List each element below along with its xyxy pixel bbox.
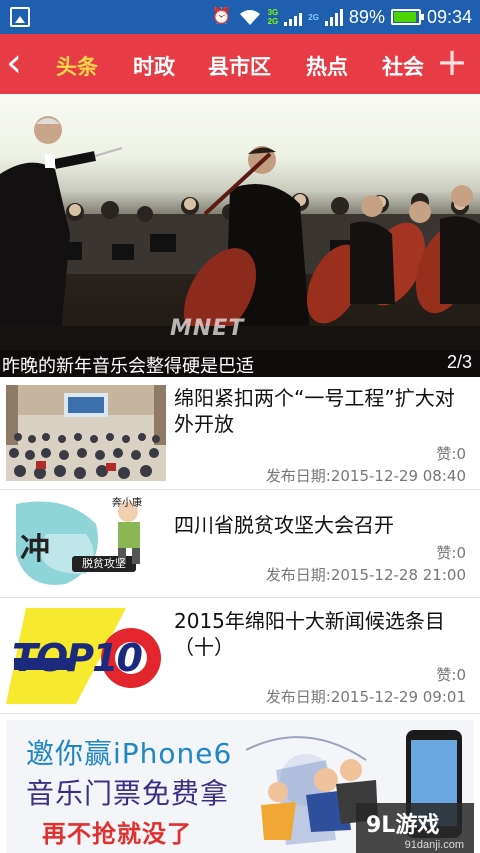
publish-date: 发布日期:2015-12-29 09:01 [265, 688, 466, 706]
status-bar: ⏰ 3G 2G 2G 89% 09:34 [0, 0, 480, 34]
signal-icon-2 [324, 8, 343, 26]
thumb-label: 奔小康 [112, 498, 142, 509]
banner-page-indicator: 2/3 [446, 352, 472, 372]
battery-icon [390, 9, 424, 25]
clock: 09:34 [426, 6, 472, 27]
tab-headlines[interactable]: 头条 [56, 51, 98, 81]
thumb-label: 脱贫攻坚 [82, 557, 126, 570]
signal-icon [284, 8, 303, 26]
news-item[interactable]: 绵阳紧扣两个“一号工程”扩大对外开放 赞:0 发布日期:2015-12-29 0… [0, 377, 480, 490]
battery-percent: 89% [348, 6, 385, 27]
ad-subheadline: 音乐门票免费拿 [26, 777, 230, 810]
alarm-icon: ⏰ [211, 8, 232, 25]
likes-count: 赞:0 [436, 544, 466, 562]
news-item[interactable]: 脱贫攻坚 奔小康 冲 四川省脱贫攻坚大会召开 赞:0 发布日期:2015-12-… [0, 490, 480, 598]
wifi-icon [239, 10, 260, 25]
network-type-3g: 3G 2G [267, 8, 279, 26]
thumb-label: 冲 [20, 532, 50, 567]
tab-society[interactable]: 社会 [382, 51, 424, 81]
tab-hot[interactable]: 热点 [306, 51, 348, 81]
news-title[interactable]: 绵阳紧扣两个“一号工程”扩大对外开放 [174, 385, 474, 437]
ad-logo-url: 91danji.com [404, 839, 464, 851]
image-icon [10, 7, 30, 27]
likes-count: 赞:0 [436, 666, 466, 684]
news-item[interactable]: TOP10 2015年绵阳十大新闻候选条目（十） 赞:0 发布日期:2015-1… [0, 598, 480, 714]
news-title[interactable]: 2015年绵阳十大新闻候选条目（十） [174, 608, 474, 660]
news-thumbnail: TOP10 [6, 608, 166, 704]
banner-watermark: MNET [170, 316, 245, 341]
publish-date: 发布日期:2015-12-29 08:40 [265, 467, 466, 485]
news-thumbnail [6, 385, 166, 481]
banner-caption[interactable]: 昨晚的新年音乐会整得硬是巴适 [2, 352, 254, 377]
ad-call-to-action: 再不抢就没了 [42, 820, 192, 848]
plus-icon[interactable]: + [436, 42, 468, 82]
news-thumbnail: 脱贫攻坚 奔小康 冲 [6, 494, 166, 590]
news-title[interactable]: 四川省脱贫攻坚大会召开 [174, 512, 474, 538]
likes-count: 赞:0 [436, 445, 466, 463]
banner-carousel[interactable]: MNET 昨晚的新年音乐会整得硬是巴适 2/3 [0, 94, 480, 377]
ad-banner[interactable]: 邀你赢iPhone6 音乐门票免费拿 再不抢就没了 9L游戏 91danji.c… [6, 720, 474, 853]
tab-counties[interactable]: 县市区 [208, 51, 271, 81]
publish-date: 发布日期:2015-12-28 21:00 [265, 566, 466, 584]
ad-headline: 邀你赢iPhone6 [26, 737, 233, 770]
network-type-2g: 2G [308, 12, 319, 22]
thumb-label: TOP10 [12, 636, 143, 680]
ad-logo-text: 9L游戏 [366, 813, 440, 838]
ad-logo: 9L游戏 91danji.com [356, 803, 474, 853]
tab-politics[interactable]: 时政 [133, 51, 175, 81]
chevron-left-icon[interactable]: ‹ [6, 43, 36, 83]
status-icons: ⏰ 3G 2G 2G 89% 09:34 [212, 0, 472, 34]
category-nav: ‹ 头条 时政 县市区 热点 社会 + [0, 34, 480, 94]
